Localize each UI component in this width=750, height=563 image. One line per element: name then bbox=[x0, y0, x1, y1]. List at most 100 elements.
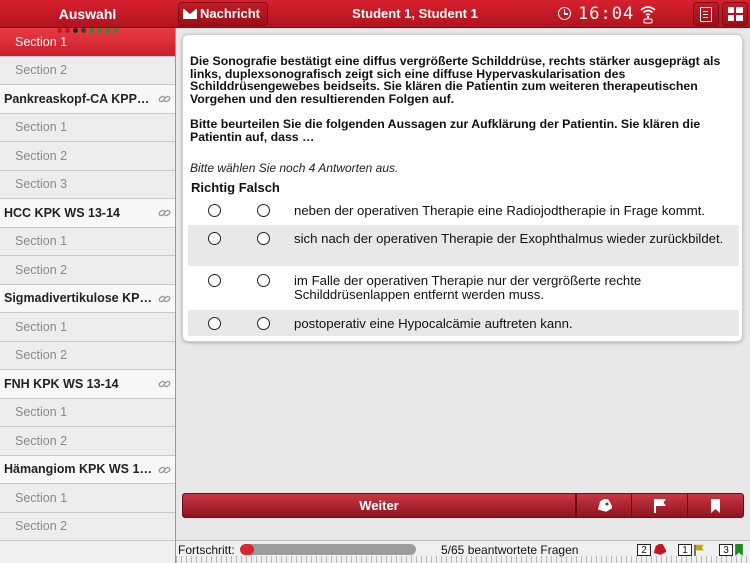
student-name: Student 1, Student 1 bbox=[352, 6, 478, 21]
message-button-label: Nachricht bbox=[200, 6, 260, 21]
radio-true[interactable] bbox=[208, 204, 221, 217]
flag-count-badge[interactable]: 1 bbox=[678, 543, 705, 557]
sidebar-topic[interactable]: Hämangiom KPK WS 13-14 bbox=[0, 455, 175, 484]
question-subtext: Bitte beurteilen Sie die folgenden Aussa… bbox=[190, 117, 701, 144]
sidebar-item-section[interactable]: Section 2 bbox=[0, 341, 175, 370]
sidebar-item-section[interactable]: Section 2 bbox=[0, 512, 175, 541]
top-bar: Auswahl Nachricht Student 1, Student 1 1… bbox=[0, 0, 750, 28]
sidebar-item-section[interactable]: Section 1 bbox=[0, 113, 175, 142]
envelope-icon bbox=[183, 9, 197, 19]
column-false: Falsch bbox=[238, 180, 280, 195]
sidebar-item-section[interactable]: Section 1 bbox=[0, 227, 175, 256]
answer-option: postoperativ eine Hypocalcämie auftreten… bbox=[188, 310, 739, 336]
option-text: sich nach der operativen Therapie der Ex… bbox=[294, 231, 724, 246]
tag-icon bbox=[597, 498, 612, 512]
answered-count: 5/65 beantwortete Fragen bbox=[441, 543, 579, 557]
answer-hint: Bitte wählen Sie noch 4 Antworten aus. bbox=[190, 161, 399, 175]
sidebar-item-label: Section 2 bbox=[15, 348, 68, 363]
sidebar-item-label: Hämangiom KPK WS 13-14 bbox=[4, 462, 156, 477]
sidebar-topic[interactable]: Sigmadivertikulose KPK WS 13-14 bbox=[0, 284, 175, 313]
option-text: im Falle der operativen Therapie nur der… bbox=[294, 273, 642, 302]
sidebar-item-label: Section 1 bbox=[15, 234, 68, 249]
progress-fill bbox=[240, 544, 254, 555]
bookmark-count-badge[interactable]: 3 bbox=[719, 543, 744, 557]
question-strip bbox=[176, 556, 750, 563]
sidebar-item-label: Section 1 bbox=[15, 490, 68, 505]
bookmark-icon bbox=[735, 544, 743, 556]
progress-label: Fortschritt: bbox=[178, 543, 235, 557]
link-icon bbox=[158, 95, 171, 103]
page-dot bbox=[97, 28, 102, 33]
page-dots bbox=[0, 28, 175, 36]
sidebar-topic[interactable]: HCC KPK WS 13-14 bbox=[0, 199, 175, 228]
sidebar-item-label: Section 1 bbox=[15, 319, 68, 334]
flag-icon bbox=[694, 544, 704, 556]
column-true: Richtig bbox=[191, 180, 236, 195]
sidebar-item-section[interactable]: Section 1 bbox=[0, 313, 175, 342]
sidebar-item-label: Section 2 bbox=[15, 148, 68, 163]
link-icon bbox=[158, 295, 171, 302]
answer-option: im Falle der operativen Therapie nur der… bbox=[188, 268, 739, 308]
tag-button[interactable] bbox=[576, 493, 632, 518]
radio-true[interactable] bbox=[208, 232, 221, 245]
radio-false[interactable] bbox=[257, 232, 270, 245]
tag-count-badge[interactable]: 2 bbox=[637, 543, 666, 557]
sidebar-item-section[interactable]: Section 2 bbox=[0, 56, 175, 85]
sidebar-item-section[interactable]: Section 2 bbox=[0, 142, 175, 171]
sidebar-item-label: HCC KPK WS 13-14 bbox=[4, 205, 120, 220]
tag-icon bbox=[653, 544, 666, 555]
sidebar-title: Auswahl bbox=[58, 6, 117, 22]
page-dot bbox=[57, 28, 62, 33]
sidebar-item-section[interactable]: Section 1 bbox=[0, 398, 175, 427]
link-icon bbox=[158, 380, 171, 388]
page-dot bbox=[73, 28, 78, 33]
answer-column-headers: Richtig Falsch bbox=[191, 180, 280, 195]
page-dot bbox=[81, 28, 86, 33]
sidebar-topic[interactable]: FNH KPK WS 13-14 bbox=[0, 370, 175, 399]
sidebar-item-label: FNH KPK WS 13-14 bbox=[4, 376, 119, 391]
wifi-icon bbox=[640, 6, 656, 24]
timer-display: 16:04 bbox=[578, 4, 635, 24]
sidebar-item-label: Section 1 bbox=[15, 405, 68, 420]
radio-false[interactable] bbox=[257, 317, 270, 330]
radio-true[interactable] bbox=[208, 274, 221, 287]
flag-icon bbox=[653, 499, 666, 513]
sidebar: Section 1 Section 2 Pankreaskopf-CA KPPK W… bbox=[0, 28, 176, 563]
link-icon bbox=[158, 209, 171, 217]
sidebar-item-label: Section 1 bbox=[15, 120, 68, 135]
clipboard-icon bbox=[700, 6, 712, 22]
link-icon bbox=[158, 466, 171, 473]
radio-true[interactable] bbox=[208, 317, 221, 330]
bookmark-button[interactable] bbox=[687, 493, 744, 518]
page-dot bbox=[65, 28, 70, 33]
sidebar-item-section[interactable]: Section 2 bbox=[0, 427, 175, 456]
option-text: neben der operativen Therapie eine Radio… bbox=[294, 203, 706, 218]
message-button[interactable]: Nachricht bbox=[178, 2, 268, 26]
sidebar-item-label: Section 2 bbox=[15, 433, 68, 448]
radio-false[interactable] bbox=[257, 204, 270, 217]
clock-icon bbox=[558, 7, 571, 20]
overview-button[interactable] bbox=[722, 2, 748, 26]
sidebar-topic[interactable]: Pankreaskopf-CA KPPK WS 13-14 bbox=[0, 85, 175, 114]
sidebar-item-label: Section 1 bbox=[15, 34, 68, 49]
answer-option: neben der operativen Therapie eine Radio… bbox=[188, 200, 739, 228]
question-text: Die Sonografie bestätigt eine diffus ver… bbox=[190, 54, 721, 106]
progress-bar bbox=[240, 544, 416, 555]
sidebar-item-label: Section 2 bbox=[15, 519, 68, 534]
question-card: Die Sonografie bestätigt eine diffus ver… bbox=[182, 34, 743, 342]
option-text: postoperativ eine Hypocalcämie auftreten… bbox=[294, 316, 573, 331]
sidebar-item-section[interactable]: Section 3 bbox=[0, 170, 175, 199]
answer-option: sich nach der operativen Therapie der Ex… bbox=[188, 225, 739, 266]
sidebar-item-label: Section 2 bbox=[15, 63, 68, 78]
next-button[interactable]: Weiter bbox=[182, 493, 576, 518]
bookmark-icon bbox=[711, 498, 720, 513]
page-dot bbox=[113, 28, 118, 33]
notes-button[interactable] bbox=[693, 2, 719, 26]
sidebar-item-label: Section 2 bbox=[15, 262, 68, 277]
sidebar-item-section[interactable]: Section 2 bbox=[0, 256, 175, 285]
radio-false[interactable] bbox=[257, 274, 270, 287]
sidebar-item-label: Section 3 bbox=[15, 177, 68, 192]
flag-button[interactable] bbox=[631, 493, 688, 518]
sidebar-item-label: Sigmadivertikulose KPK WS 13-14 bbox=[4, 291, 156, 306]
sidebar-item-section[interactable]: Section 1 bbox=[0, 484, 175, 513]
